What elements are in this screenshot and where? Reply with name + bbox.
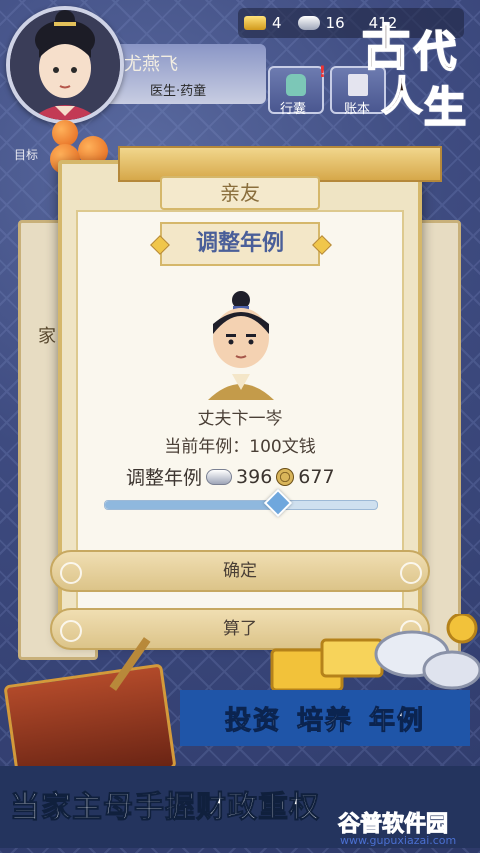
watermark-url: www.gupuxiazai.com	[340, 834, 457, 847]
promo-tag: 投资	[224, 705, 281, 736]
cloud-ornament-icon	[60, 620, 82, 642]
confirm-button[interactable]: 确定	[50, 550, 430, 592]
confirm-label: 确定	[223, 561, 257, 581]
alert-icon: !	[318, 62, 326, 81]
gold-bar-icon	[244, 16, 266, 30]
promo-tag: 培养	[296, 705, 353, 736]
bag-icon	[286, 74, 306, 96]
rate-slider-fill	[105, 501, 280, 509]
copper-coin-icon	[276, 467, 295, 486]
player-avatar[interactable]	[6, 6, 124, 124]
character-name: 丈夫卞一岑	[197, 409, 283, 429]
promo-slogan: 当家主母手握财政重权	[10, 790, 320, 826]
dialog-tab: 亲友	[160, 176, 320, 210]
character-portrait-art	[208, 291, 274, 400]
rate-slider-track[interactable]	[104, 500, 378, 510]
cloud-ornament-icon	[60, 562, 82, 584]
logo-char-4: 生	[423, 82, 467, 133]
game-logo: 古 代 人 生	[352, 8, 472, 133]
dialog-title: 调整年例	[160, 222, 320, 266]
left-panel-label: 家	[38, 326, 56, 347]
current-rate: 当前年例：100文钱	[164, 437, 316, 457]
gold-count: 4	[272, 14, 282, 32]
silver-ingot-icon	[206, 468, 233, 485]
logo-char-3: 人	[381, 72, 423, 121]
silver-icon	[297, 16, 320, 30]
cancel-label: 算了	[223, 619, 257, 639]
promo-tag: 年例	[368, 705, 426, 736]
cloud-ornament-icon	[400, 562, 422, 584]
adjust-rate-row: 调整年例 396 677	[126, 463, 335, 490]
persimmon-icon	[52, 120, 78, 146]
player-name: 尤燕飞	[124, 54, 178, 75]
player-title: 医生·药童	[150, 84, 207, 99]
silver-count: 16	[325, 14, 345, 32]
silver-amount: 396	[236, 465, 273, 488]
character-portrait	[196, 290, 286, 400]
adjust-rate-label: 调整年例	[126, 467, 203, 489]
promo-tags-band: 投资 培养 年例	[180, 690, 470, 746]
coin-amount: 677	[298, 465, 335, 488]
avatar-portrait	[10, 10, 120, 120]
mission-label[interactable]: 目标	[14, 146, 38, 163]
bag-label: 行囊	[280, 102, 307, 117]
